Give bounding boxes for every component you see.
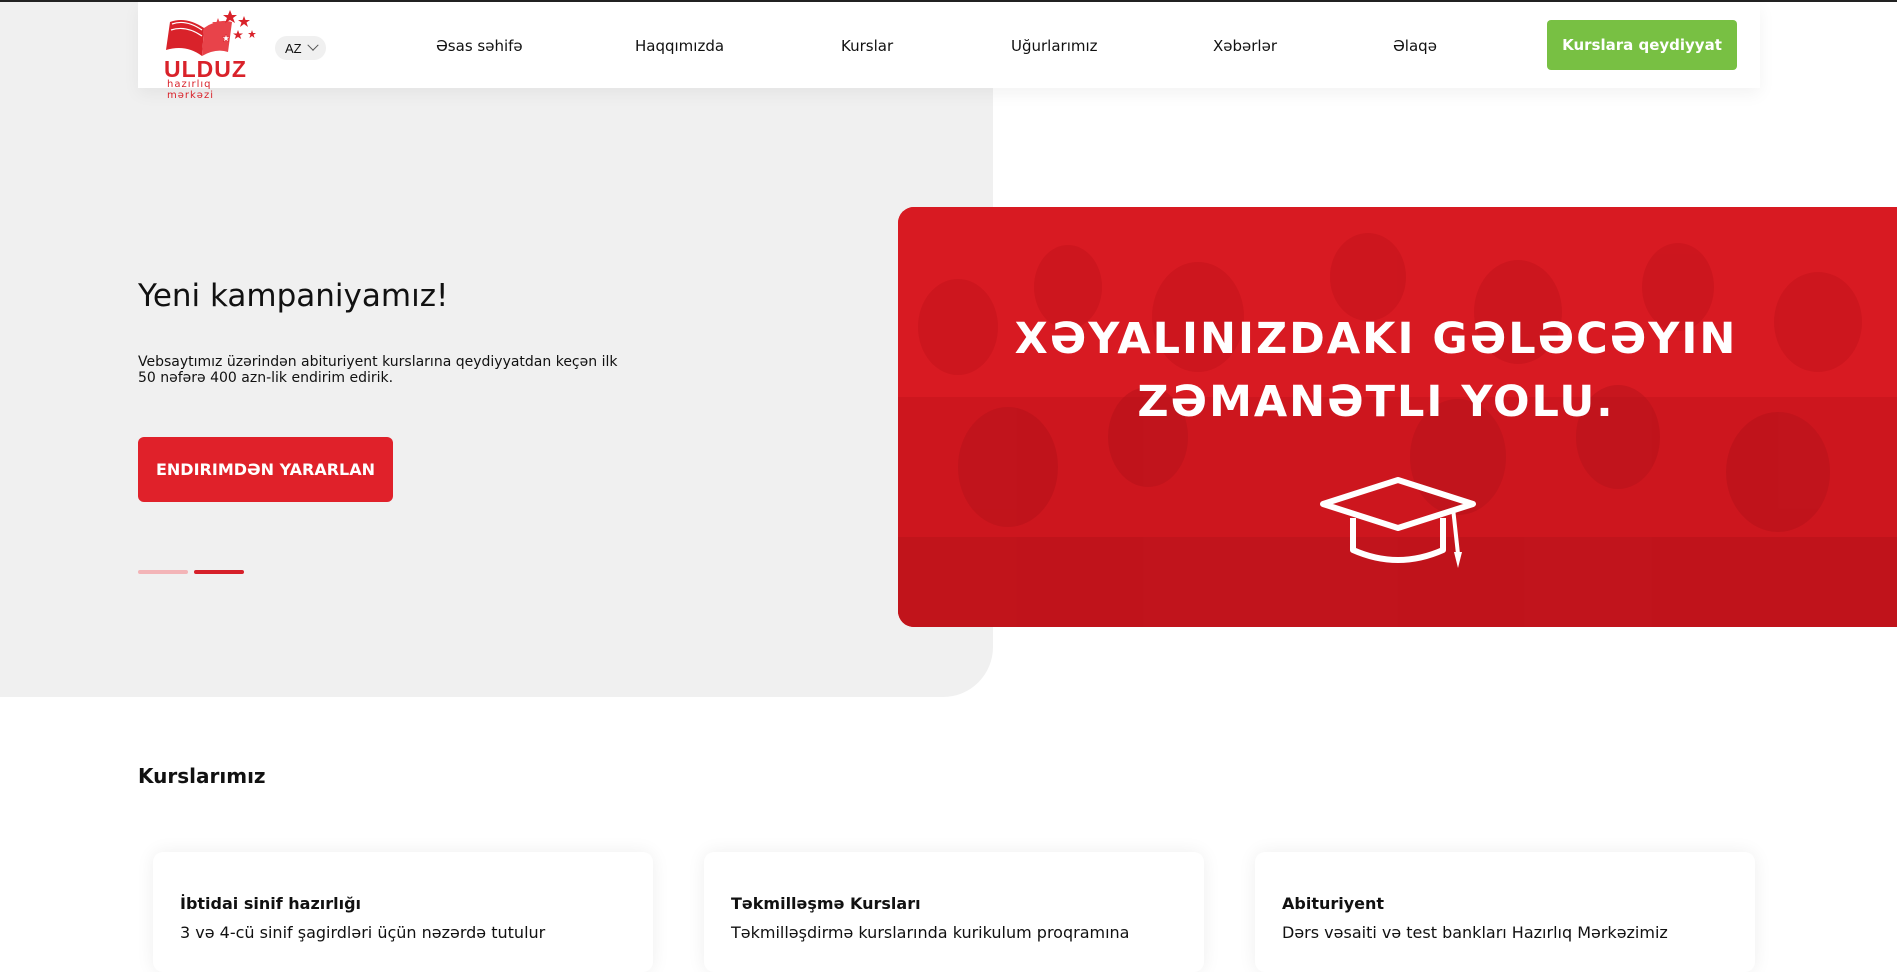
course-card-title: Abituriyent (1282, 894, 1385, 913)
nav-achievements[interactable]: Uğurlarımız (1011, 37, 1098, 55)
hero-banner-image: XƏYALINIZDAKI GƏLƏCƏYIN ZƏMANƏTLI YOLU. (898, 207, 1897, 627)
logo-book-stars-icon (166, 10, 256, 56)
nav-home[interactable]: Əsas səhifə (436, 37, 523, 55)
language-label: AZ (285, 40, 302, 56)
banner-headline-line2: ZƏMANƏTLI YOLU. (1137, 377, 1615, 427)
get-discount-button[interactable]: ENDIRIMDƏN YARARLAN (138, 437, 393, 502)
register-courses-button[interactable]: Kurslara qeydiyyat (1547, 20, 1737, 70)
nav-news[interactable]: Xəbərlər (1213, 37, 1277, 55)
course-card-primary[interactable]: İbtidai sinif hazırlığı 3 və 4-cü sinif … (153, 852, 653, 972)
nav-about[interactable]: Haqqımızda (635, 37, 724, 55)
course-card-applicant[interactable]: Abituriyent Dərs vəsaiti və test banklar… (1255, 852, 1755, 972)
nav-contact[interactable]: Əlaqə (1393, 37, 1437, 55)
course-card-description: 3 və 4-cü sinif şagirdləri üçün nəzərdə … (180, 923, 546, 942)
slider-dot-2-active[interactable] (194, 570, 244, 574)
hero-background (0, 2, 993, 697)
graduation-cap-icon (1320, 477, 1476, 568)
course-card-title: İbtidai sinif hazırlığı (180, 894, 362, 913)
course-card-title: Təkmilləşmə Kursları (731, 894, 921, 913)
hero-title: Yeni kampaniyamız! (138, 278, 449, 314)
slider-dot-1[interactable] (138, 570, 188, 574)
banner-headline-line1: XƏYALINIZDAKI GƏLƏCƏYIN (1014, 314, 1738, 364)
hero-description: Vebsaytımız üzərindən abituriyent kursla… (138, 354, 618, 386)
logo-subtitle: hazırlıq mərkəzi (167, 79, 214, 101)
site-header: ULDUZ hazırlıq mərkəzi AZ Əsas səhifə Ha… (138, 2, 1760, 101)
site-logo[interactable]: ULDUZ hazırlıq mərkəzi (160, 8, 260, 101)
course-card-improvement[interactable]: Təkmilləşmə Kursları Təkmilləşdirmə kurs… (704, 852, 1204, 972)
course-card-description: Təkmilləşdirmə kurslarında kurikulum pro… (731, 923, 1130, 942)
course-card-description: Dərs vəsaiti və test bankları Hazırlıq M… (1282, 923, 1668, 942)
courses-section-title: Kurslarımız (138, 764, 266, 788)
nav-courses[interactable]: Kurslar (841, 37, 893, 55)
language-select[interactable]: AZ (275, 36, 326, 60)
chevron-down-icon (306, 39, 319, 51)
